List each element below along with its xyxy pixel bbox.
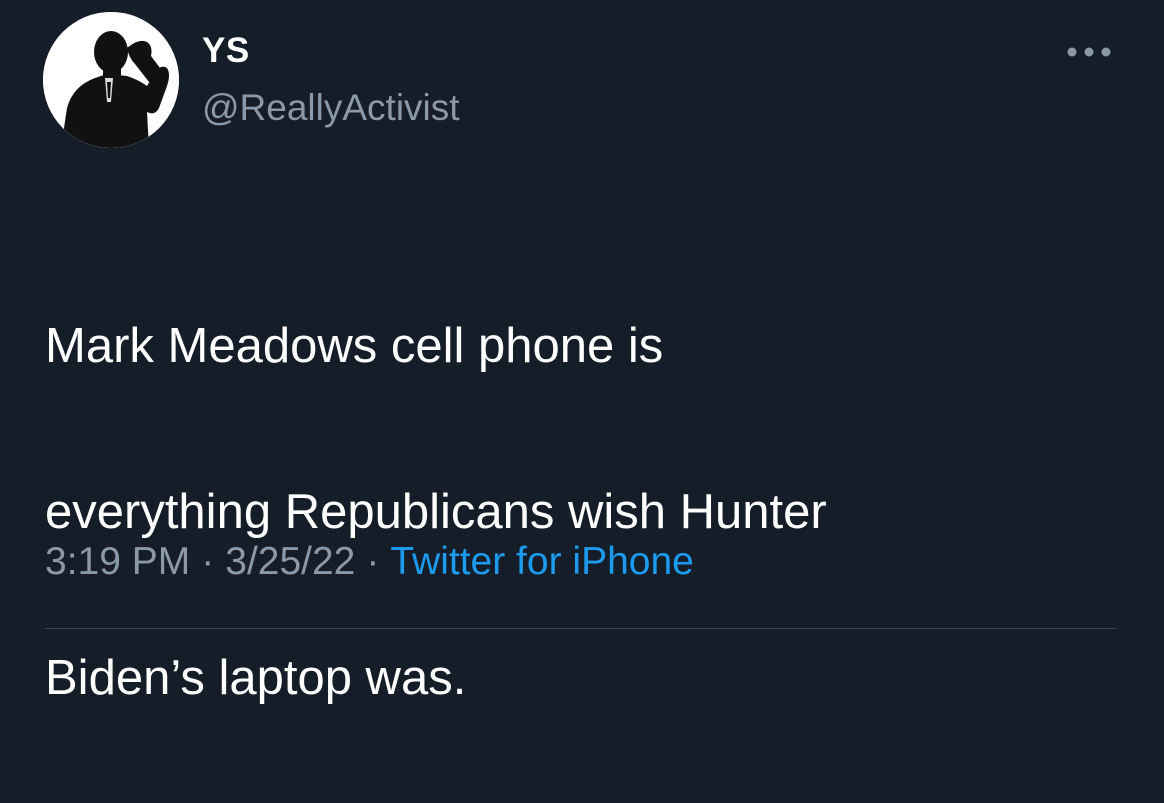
user-handle[interactable]: @ReallyActivist bbox=[202, 89, 460, 126]
more-options-button[interactable] bbox=[1062, 35, 1116, 69]
tweet-source-link[interactable]: Twitter for iPhone bbox=[390, 540, 693, 583]
tweet-text-line: Mark Meadows cell phone is bbox=[45, 319, 664, 373]
tweet-metadata: 3:19 PM · 3/25/22 · Twitter for iPhone bbox=[45, 542, 694, 581]
divider bbox=[45, 628, 1116, 629]
tweet-text-line: Biden’s laptop was. bbox=[45, 651, 467, 705]
avatar[interactable] bbox=[43, 12, 179, 148]
silhouette-man-on-phone-icon bbox=[43, 12, 179, 148]
tweet-date[interactable]: 3/25/22 bbox=[225, 540, 355, 583]
display-name[interactable]: YS bbox=[202, 33, 250, 68]
tweet-text: Mark Meadows cell phone is everything Re… bbox=[45, 222, 1125, 803]
more-horizontal-icon bbox=[1067, 47, 1111, 57]
tweet-card: YS @ReallyActivist Mark Meadows cell pho… bbox=[0, 0, 1164, 705]
tweet-time[interactable]: 3:19 PM bbox=[45, 540, 190, 583]
meta-separator: · bbox=[366, 540, 380, 583]
meta-separator: · bbox=[201, 540, 215, 583]
